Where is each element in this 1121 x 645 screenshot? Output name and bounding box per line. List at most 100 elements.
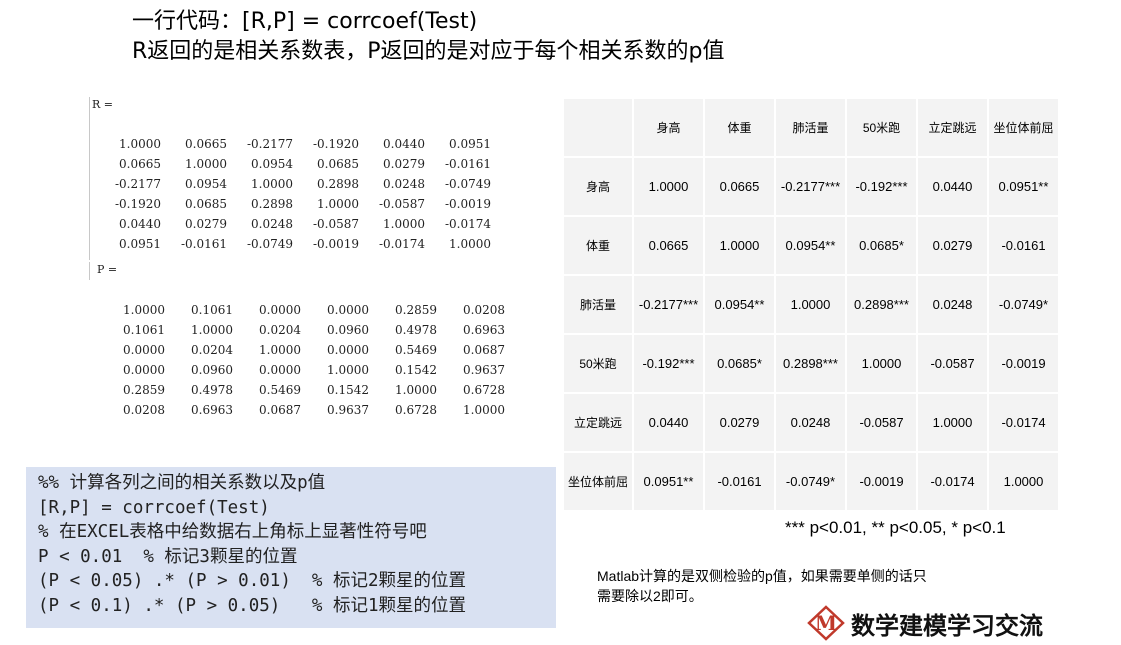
table-cell: 0.0951** — [632, 451, 705, 512]
matrix-cell: 0.0687 — [463, 343, 505, 357]
matrix-cell: -0.0161 — [180, 237, 227, 251]
matrix-cell: 0.0000 — [123, 363, 165, 377]
table-cell: 1.0000 — [987, 451, 1060, 512]
p-matrix: 1.0000 0.1061 0.0000 0.0000 0.2859 0.0208 0.10… — [97, 300, 505, 420]
correlation-table: 身高 体重 肺活量 50米跑 立定跳远 坐位体前屈 身高 1.0000 0.0665 -0.217… — [562, 97, 1060, 512]
matrix-cell: 1.0000 — [449, 237, 491, 251]
row-header: 体重 — [562, 215, 634, 276]
matrix-cell: 1.0000 — [185, 157, 227, 171]
matlab-note-line: Matlab计算的是双侧检验的p值，如果需要单侧的话只 — [597, 568, 927, 584]
matrix-row: 0.0208 0.6963 0.0687 0.9637 0.6728 1.0000 — [97, 400, 505, 420]
matrix-cell: 0.0960 — [327, 323, 369, 337]
matrix-cell: 0.1542 — [327, 383, 369, 397]
matrix-cell: -0.0161 — [444, 157, 491, 171]
matrix-cell: -0.1920 — [312, 137, 359, 151]
table-header-row: 身高 体重 肺活量 50米跑 立定跳远 坐位体前屈 — [562, 97, 1060, 158]
table-row: 立定跳远 0.0440 0.0279 0.0248 -0.0587 1.0000 -0.01… — [562, 392, 1060, 453]
matrix-cell: 0.5469 — [395, 343, 437, 357]
matrix-cell: 0.0440 — [119, 217, 161, 231]
matrix-cell: 0.0685 — [185, 197, 227, 211]
matrix-cell: -0.0019 — [444, 197, 491, 211]
matrix-cell: 0.0000 — [327, 303, 369, 317]
matrix-cell: 1.0000 — [463, 403, 505, 417]
matrix-cell: -0.0587 — [378, 197, 425, 211]
matrix-row: 0.0000 0.0960 0.0000 1.0000 0.1542 0.9637 — [97, 360, 505, 380]
matrix-cell: 1.0000 — [251, 177, 293, 191]
table-cell: 0.0665 — [632, 215, 705, 276]
table-cell: 0.0248 — [916, 274, 989, 335]
table-cell: 1.0000 — [632, 156, 705, 217]
table-cell: 0.2898*** — [774, 333, 847, 394]
table-row: 体重 0.0665 1.0000 0.0954** 0.0685* 0.0279 -0.01… — [562, 215, 1060, 276]
matrix-cell: 0.6963 — [191, 403, 233, 417]
table-cell: 0.0951** — [987, 156, 1060, 217]
matrix-cell: 0.0951 — [449, 137, 491, 151]
slide-title-line-2: R返回的是相关系数表，P返回的是对应于每个相关系数的p值 — [132, 39, 725, 64]
matrix-row: 0.0665 1.0000 0.0954 0.0685 0.0279 -0.0161 — [95, 154, 491, 174]
table-cell: 0.0954** — [703, 274, 776, 335]
matrix-cell: 0.0685 — [317, 157, 359, 171]
matrix-row: 0.0440 0.0279 0.0248 -0.0587 1.0000 -0.0174 — [95, 214, 491, 234]
matrix-cell: 0.0960 — [191, 363, 233, 377]
table-cell: -0.0174 — [987, 392, 1060, 453]
table-cell: -0.0749* — [774, 451, 847, 512]
matrix-cell: 0.0951 — [119, 237, 161, 251]
table-cell: -0.0749* — [987, 274, 1060, 335]
matrix-cell: -0.0019 — [312, 237, 359, 251]
matlab-output-border — [89, 262, 90, 280]
table-row: 肺活量 -0.2177*** 0.0954** 1.0000 0.2898*** 0.02… — [562, 274, 1060, 335]
column-header: 立定跳远 — [916, 97, 989, 158]
matrix-cell: 0.0954 — [251, 157, 293, 171]
table-cell: 0.0440 — [916, 156, 989, 217]
matrix-cell: 1.0000 — [383, 217, 425, 231]
table-cell: 0.0685* — [703, 333, 776, 394]
matrix-cell: 1.0000 — [395, 383, 437, 397]
matrix-cell: 0.0954 — [185, 177, 227, 191]
matrix-cell: 0.2859 — [395, 303, 437, 317]
matrix-cell: 0.0208 — [123, 403, 165, 417]
matrix-row: 0.1061 1.0000 0.0204 0.0960 0.4978 0.6963 — [97, 320, 505, 340]
table-cell: 0.0954** — [774, 215, 847, 276]
table-cell: 0.0440 — [632, 392, 705, 453]
table-cell: -0.0161 — [703, 451, 776, 512]
row-header: 立定跳远 — [562, 392, 634, 453]
column-header: 肺活量 — [774, 97, 847, 158]
table-cell: 0.0665 — [703, 156, 776, 217]
table-cell: 1.0000 — [845, 333, 918, 394]
matrix-cell: 0.0000 — [259, 363, 301, 377]
matrix-cell: 0.2898 — [317, 177, 359, 191]
matrix-cell: 0.0204 — [191, 343, 233, 357]
code-line: P < 0.01 % 标记3颗星的位置 — [38, 546, 298, 567]
logo-text: 数学建模学习交流 — [851, 611, 1043, 640]
matrix-cell: 0.0000 — [123, 343, 165, 357]
matrix-cell: 0.0204 — [259, 323, 301, 337]
matrix-row: 1.0000 0.1061 0.0000 0.0000 0.2859 0.0208 — [97, 300, 505, 320]
code-line: (P < 0.1) .* (P > 0.05) % 标记1颗星的位置 — [38, 595, 467, 616]
column-header: 身高 — [632, 97, 705, 158]
matlab-note: Matlab计算的是双侧检验的p值，如果需要单侧的话只 需要除以2即可。 — [597, 566, 927, 606]
table-cell: 0.0248 — [774, 392, 847, 453]
matrix-cell: 0.0665 — [185, 137, 227, 151]
matrix-row: 0.0951 -0.0161 -0.0749 -0.0019 -0.0174 1.0000 — [95, 234, 491, 254]
logo-letter: M — [815, 611, 837, 635]
matrix-row: -0.2177 0.0954 1.0000 0.2898 0.0248 -0.0749 — [95, 174, 491, 194]
table-cell: -0.0587 — [916, 333, 989, 394]
matrix-cell: 1.0000 — [119, 137, 161, 151]
code-block: %% 计算各列之间的相关系数以及p值 [R,P] = corrcoef(Test… — [26, 467, 556, 628]
table-cell: -0.0161 — [987, 215, 1060, 276]
table-cell: -0.192*** — [632, 333, 705, 394]
matrix-cell: 0.1061 — [191, 303, 233, 317]
matrix-cell: 0.2898 — [251, 197, 293, 211]
row-header: 肺活量 — [562, 274, 634, 335]
row-header: 坐位体前屈 — [562, 451, 634, 512]
significance-note: *** p<0.01, ** p<0.05, * p<0.1 — [785, 518, 1006, 537]
table-cell: 1.0000 — [774, 274, 847, 335]
table-cell: 1.0000 — [703, 215, 776, 276]
table-cell: -0.0174 — [916, 451, 989, 512]
code-line: (P < 0.05) .* (P > 0.01) % 标记2颗星的位置 — [38, 571, 467, 591]
matrix-cell: 0.2859 — [123, 383, 165, 397]
r-matrix: 1.0000 0.0665 -0.2177 -0.1920 0.0440 0.0951 0.… — [95, 134, 491, 254]
matrix-row: 1.0000 0.0665 -0.2177 -0.1920 0.0440 0.0951 — [95, 134, 491, 154]
m-logo-icon: M — [807, 605, 845, 641]
table-cell: 0.2898*** — [845, 274, 918, 335]
